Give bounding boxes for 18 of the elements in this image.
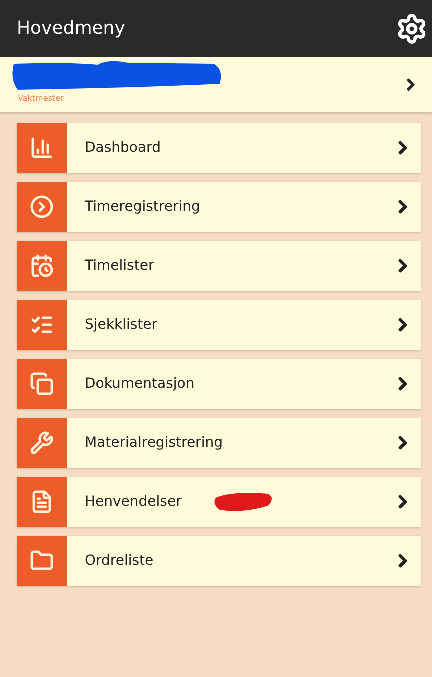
- user-role: Vaktmester: [18, 94, 64, 103]
- menu-item[interactable]: Timeregistrering: [17, 182, 421, 232]
- menu-item[interactable]: Dokumentasjon: [17, 359, 421, 409]
- folder-icon: [17, 536, 67, 586]
- document-icon: [17, 477, 67, 527]
- checklist-icon: [17, 300, 67, 350]
- copies-icon: [17, 359, 67, 409]
- screen-title: Hovedmeny: [17, 18, 126, 39]
- wrench-icon: [17, 418, 67, 468]
- settings-button[interactable]: [396, 12, 428, 44]
- calendar-clock-icon: [17, 241, 67, 291]
- bar-chart-icon: [17, 123, 67, 173]
- menu-item[interactable]: Sjekklister: [17, 300, 421, 350]
- menu-item[interactable]: Dashboard: [17, 123, 421, 173]
- menu-item[interactable]: Henvendelser: [17, 477, 421, 527]
- menu-item[interactable]: Ordreliste: [17, 536, 421, 586]
- menu-item[interactable]: Timelister: [17, 241, 421, 291]
- menu-item[interactable]: Materialregistrering: [17, 418, 421, 468]
